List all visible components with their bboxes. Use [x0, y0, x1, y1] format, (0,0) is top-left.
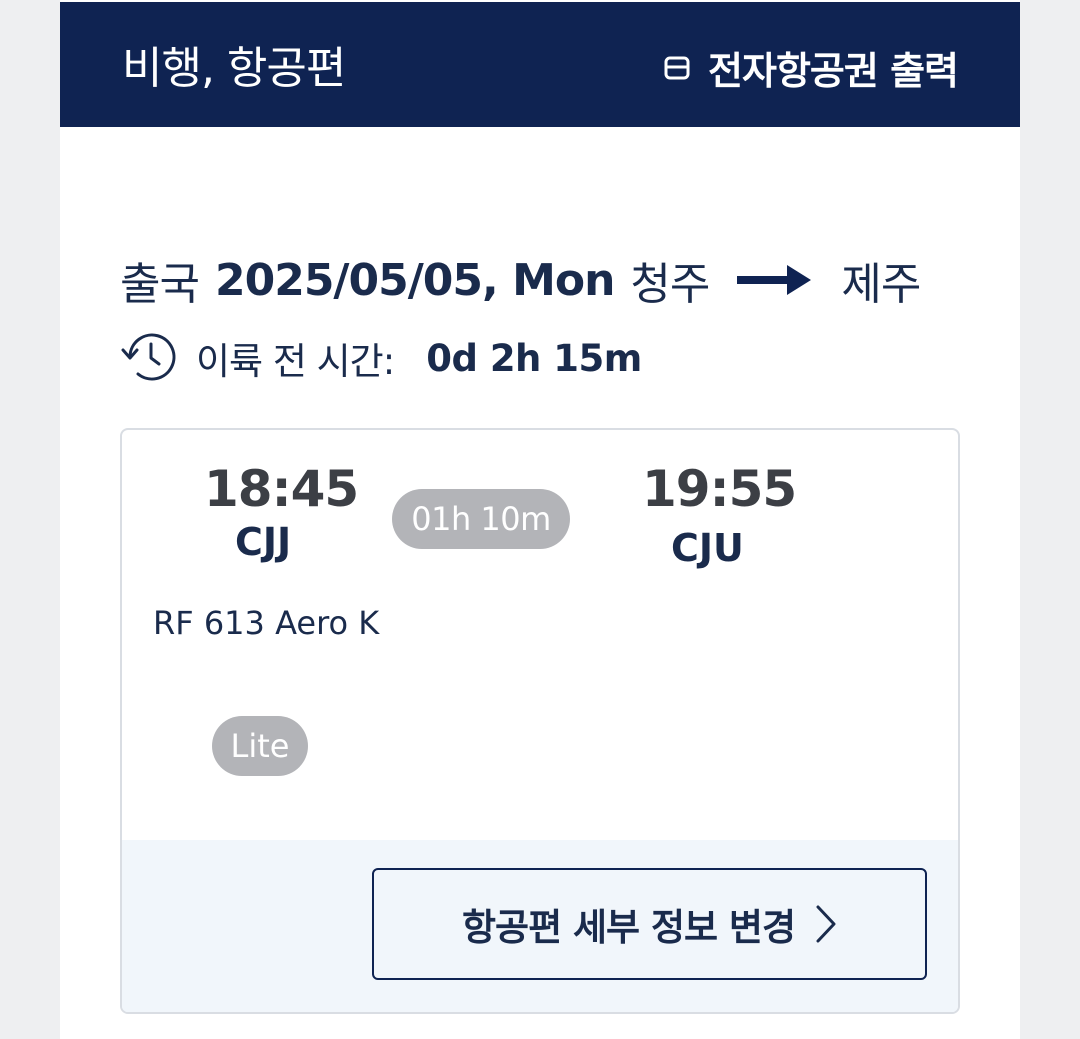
- page-header: 비행, 항공편 전자항공권 출력: [60, 2, 1020, 127]
- flight-number-carrier: RF 613 Aero K: [153, 604, 380, 642]
- countdown-value: 0d 2h 15m: [426, 336, 642, 380]
- ticket-icon: [664, 56, 690, 79]
- chevron-right-icon: [816, 905, 836, 943]
- countdown-label: 이륙 전 시간:: [196, 340, 395, 383]
- flight-panel: 비행, 항공편 전자항공권 출력 출국 2025/05/05, Mon 청주 제…: [60, 0, 1020, 1039]
- departure-airport-code: CJJ: [235, 520, 292, 564]
- departure-time: 18:45: [204, 460, 359, 518]
- duration-badge: 01h 10m: [392, 489, 570, 549]
- direction-label: 출국: [120, 259, 200, 310]
- print-eticket-button[interactable]: 전자항공권 출력: [664, 40, 959, 95]
- flight-date: 2025/05/05, Mon: [214, 254, 615, 306]
- takeoff-countdown: 이륙 전 시간: 0d 2h 15m: [120, 330, 642, 386]
- arrival-time: 19:55: [642, 460, 797, 518]
- arrow-right-icon: [737, 265, 812, 295]
- history-clock-icon: [121, 333, 176, 381]
- origin-city: 청주: [630, 259, 710, 310]
- route-summary: 출국 2025/05/05, Mon 청주 제주: [120, 248, 921, 312]
- change-flight-details-label: 항공편 세부 정보 변경: [461, 906, 796, 949]
- page-title: 비행, 항공편: [122, 43, 346, 94]
- print-eticket-label: 전자항공권 출력: [708, 49, 959, 93]
- arrival-airport-code: CJU: [671, 526, 744, 570]
- change-flight-details-button[interactable]: 항공편 세부 정보 변경: [372, 868, 927, 980]
- flight-card: 18:45 CJJ 01h 10m 19:55 CJU RF 613 Aero …: [120, 428, 960, 1014]
- destination-city: 제주: [841, 259, 921, 310]
- fare-badge: Lite: [212, 716, 308, 776]
